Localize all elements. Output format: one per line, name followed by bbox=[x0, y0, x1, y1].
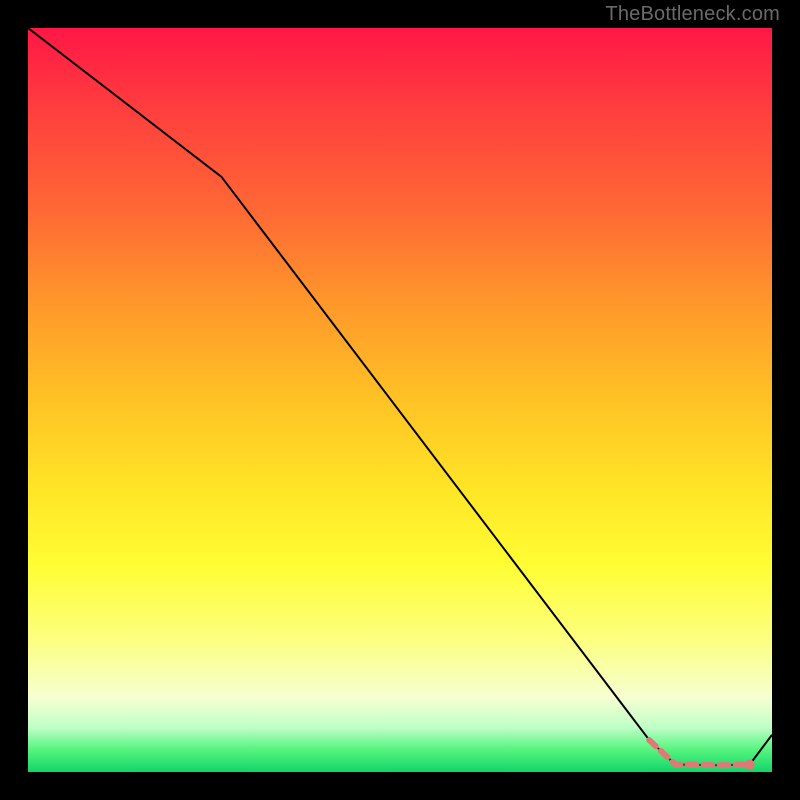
plot-area bbox=[28, 28, 772, 772]
curve-line bbox=[28, 28, 772, 765]
series-curve bbox=[28, 28, 772, 770]
curve-dotted-segment bbox=[649, 740, 749, 765]
curve-end-marker bbox=[745, 760, 755, 770]
watermark-text: TheBottleneck.com bbox=[605, 3, 780, 26]
chart-overlay bbox=[28, 28, 772, 772]
chart-stage: TheBottleneck.com bbox=[0, 0, 800, 800]
